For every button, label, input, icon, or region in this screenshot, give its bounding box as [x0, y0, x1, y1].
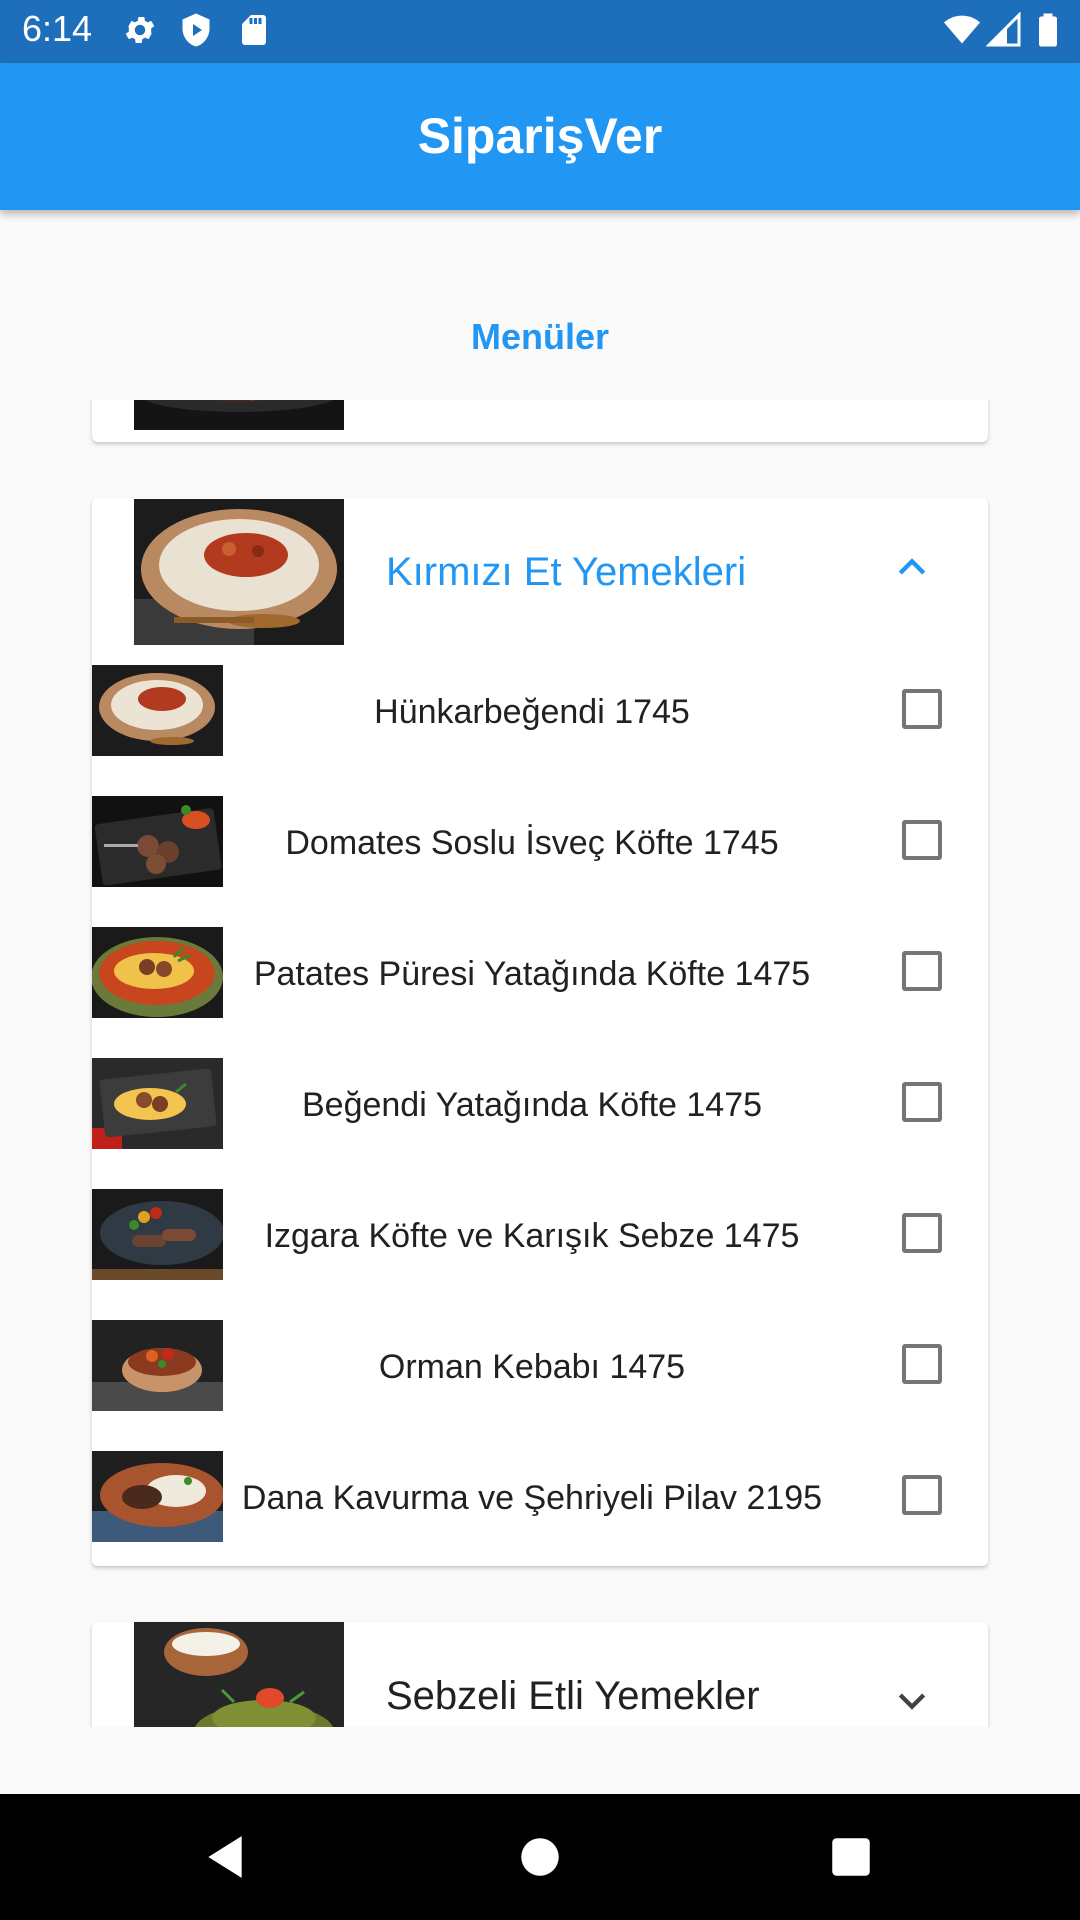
status-bar: 6:14 [0, 0, 1080, 63]
menu-item-row[interactable]: Hünkarbeğendi 1745 [92, 655, 988, 786]
item-label: Domates Soslu İsveç Köfte 1745 [285, 824, 779, 862]
menu-list[interactable]: Kırmızı Et Yemekleri Hünkarbeğendi 1745 [0, 400, 1080, 1727]
item-label: Patates Püresi Yatağında Köfte 1475 [253, 955, 811, 993]
category-title: Kırmızı Et Yemekleri [386, 550, 747, 594]
previous-category-card[interactable] [92, 400, 988, 442]
item-label: Izgara Köfte ve Karışık Sebze 1475 [264, 1217, 800, 1255]
chevron-down-icon[interactable] [892, 1680, 932, 1720]
item-checkbox[interactable] [902, 1082, 942, 1122]
item-checkbox[interactable] [902, 820, 942, 860]
item-thumbnail [92, 665, 223, 756]
item-label: Dana Kavurma ve Şehriyeli Pilav 2195 [241, 1479, 823, 1517]
item-thumbnail [92, 1320, 223, 1411]
menu-item-row[interactable]: Orman Kebabı 1475 [92, 1310, 988, 1441]
item-thumbnail [92, 1451, 223, 1542]
category-card-vegetable-meat[interactable]: Sebzeli Etli Yemekler [92, 1622, 988, 1727]
category-title: Sebzeli Etli Yemekler [386, 1674, 760, 1718]
chevron-up-icon[interactable] [892, 548, 932, 588]
wifi-icon [944, 15, 980, 44]
item-label: Beğendi Yatağında Köfte 1475 [301, 1086, 763, 1124]
home-icon[interactable] [515, 1832, 565, 1882]
item-thumbnail [92, 1189, 223, 1280]
settings-icon [125, 16, 155, 44]
menus-title: Menüler [470, 316, 610, 357]
item-checkbox[interactable] [902, 951, 942, 991]
status-time: 6:14 [22, 8, 93, 49]
shield-play-icon [182, 13, 210, 47]
back-icon[interactable] [200, 1832, 250, 1882]
item-checkbox[interactable] [902, 689, 942, 729]
item-thumbnail [92, 796, 223, 887]
item-thumbnail [92, 927, 223, 1018]
item-label: Orman Kebabı 1475 [378, 1348, 686, 1386]
item-thumbnail [92, 1058, 223, 1149]
previous-category-thumbnail [134, 400, 344, 430]
menu-item-row[interactable]: Izgara Köfte ve Karışık Sebze 1475 [92, 1179, 988, 1310]
battery-icon [1039, 13, 1057, 47]
item-checkbox[interactable] [902, 1213, 942, 1253]
menu-item-row[interactable]: Beğendi Yatağında Köfte 1475 [92, 1048, 988, 1179]
sd-card-icon [242, 15, 266, 45]
menu-item-row[interactable]: Patates Püresi Yatağında Köfte 1475 [92, 917, 988, 1048]
recents-icon[interactable] [826, 1832, 876, 1882]
app-title: SiparişVer [417, 108, 663, 164]
category-card-red-meat: Kırmızı Et Yemekleri Hünkarbeğendi 1745 [92, 498, 988, 1566]
category-thumbnail [134, 1622, 344, 1727]
category-thumbnail [134, 499, 344, 645]
item-checkbox[interactable] [902, 1475, 942, 1515]
menu-item-row[interactable]: Dana Kavurma ve Şehriyeli Pilav 2195 [92, 1441, 988, 1572]
menu-item-row[interactable]: Domates Soslu İsveç Köfte 1745 [92, 786, 988, 917]
app-bar: SiparişVer [0, 63, 1080, 210]
item-checkbox[interactable] [902, 1344, 942, 1384]
category-header-red-meat[interactable]: Kırmızı Et Yemekleri [92, 498, 988, 658]
navigation-bar [0, 1794, 1080, 1920]
signal-icon [986, 12, 1021, 47]
item-label: Hünkarbeğendi 1745 [374, 693, 690, 731]
